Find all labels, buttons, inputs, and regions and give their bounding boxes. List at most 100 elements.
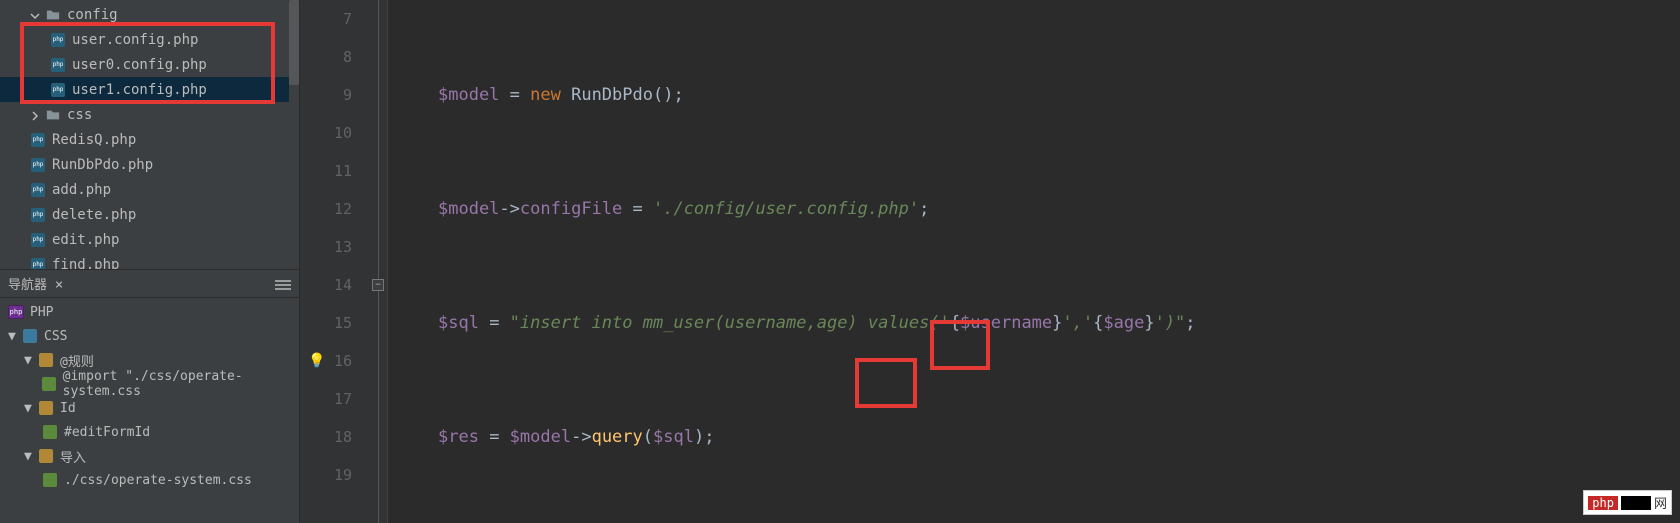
file-find[interactable]: php find.php [0, 252, 299, 270]
menu-icon[interactable] [275, 279, 291, 289]
file-user1-config[interactable]: php user1.config.php [0, 77, 299, 102]
nav-label: CSS [44, 329, 67, 344]
file-edit[interactable]: php edit.php [0, 227, 299, 252]
file-label: user.config.php [72, 32, 198, 48]
nav-import-path[interactable]: ./css/operate-system.css [0, 468, 299, 492]
chevron-down-icon: ▼ [24, 401, 36, 416]
line-number: 17 [300, 380, 352, 418]
chevron-down-icon: ▼ [24, 353, 36, 368]
selector-icon [42, 424, 58, 440]
watermark: php 网 [1583, 490, 1672, 515]
file-label: delete.php [52, 207, 136, 223]
folder-label: config [67, 7, 118, 23]
navigator-tree[interactable]: php PHP ▼ CSS ▼ @规则 @import "./css/opera… [0, 298, 299, 523]
nav-import[interactable]: ▼ 导入 [0, 444, 299, 468]
nav-label: @规则 [60, 351, 94, 370]
file-label: user0.config.php [72, 57, 207, 73]
nav-id[interactable]: ▼ Id [0, 396, 299, 420]
navigator-title: 导航器 [8, 278, 47, 293]
code-line: $model = new RunDbPdo(); [438, 76, 1680, 114]
php-file-icon: php [30, 232, 46, 248]
php-file-icon: php [50, 57, 66, 73]
scrollbar[interactable] [289, 0, 299, 269]
folder-css[interactable]: css [0, 102, 299, 127]
line-number: 8 [300, 38, 352, 76]
gutter: 7 8 9 10 11 12 13 14 15 💡16 17 18 19 [300, 0, 370, 523]
file-delete[interactable]: php delete.php [0, 202, 299, 227]
file-add[interactable]: php add.php [0, 177, 299, 202]
line-number: 14 [300, 266, 352, 304]
php-file-icon: php [30, 207, 46, 223]
folder-icon [45, 7, 61, 23]
nav-css[interactable]: ▼ CSS [0, 324, 299, 348]
folder-config[interactable]: config [0, 2, 299, 27]
id-icon [38, 400, 54, 416]
php-file-icon: php [50, 32, 66, 48]
line-number: 18 [300, 418, 352, 456]
nav-label: 导入 [60, 447, 86, 466]
file-label: add.php [52, 182, 111, 198]
file-user0-config[interactable]: php user0.config.php [0, 52, 299, 77]
lightbulb-icon[interactable]: 💡 [308, 342, 325, 380]
nav-label: ./css/operate-system.css [64, 473, 252, 488]
watermark-suffix: 网 [1654, 493, 1667, 512]
annotation-box [855, 358, 917, 408]
line-number: 11 [300, 152, 352, 190]
line-number: 15 [300, 304, 352, 342]
chevron-down-icon: ▼ [8, 329, 20, 344]
php-file-icon: php [30, 157, 46, 173]
file-rundbpdo[interactable]: php RunDbPdo.php [0, 152, 299, 177]
line-number: 9 [300, 76, 352, 114]
code-editor[interactable]: 7 8 9 10 11 12 13 14 15 💡16 17 18 19 − $… [300, 0, 1680, 523]
css-file-icon [42, 472, 58, 488]
nav-editformid[interactable]: #editFormId [0, 420, 299, 444]
code-line: $model->configFile = './config/user.conf… [438, 190, 1680, 228]
file-label: user1.config.php [72, 82, 207, 98]
php-file-icon: php [50, 82, 66, 98]
php-file-icon: php [30, 257, 46, 271]
chevron-down-icon [30, 9, 42, 21]
folder-label: css [67, 107, 92, 123]
code-area[interactable]: $model = new RunDbPdo(); $model->configF… [388, 0, 1680, 523]
close-icon[interactable]: × [55, 277, 63, 293]
watermark-bar [1621, 496, 1651, 510]
nav-label: #editFormId [64, 425, 150, 440]
nav-import-rule[interactable]: @import "./css/operate-system.css [0, 372, 299, 396]
file-label: RunDbPdo.php [52, 157, 153, 173]
sidebar: config php user.config.php php user0.con… [0, 0, 300, 523]
scrollbar-thumb[interactable] [289, 0, 299, 85]
php-icon: php [8, 304, 24, 320]
line-number: 10 [300, 114, 352, 152]
folder-icon [45, 107, 61, 123]
line-number: 7 [300, 0, 352, 38]
fold-marker[interactable]: − [372, 279, 384, 291]
code-line: $sql = "insert into mm_user(username,age… [438, 304, 1680, 342]
file-label: edit.php [52, 232, 119, 248]
file-redisq[interactable]: php RedisQ.php [0, 127, 299, 152]
import-folder-icon [38, 448, 54, 464]
line-number: 12 [300, 190, 352, 228]
fold-column: − [370, 0, 388, 523]
nav-php[interactable]: php PHP [0, 300, 299, 324]
file-tree[interactable]: config php user.config.php php user0.con… [0, 0, 299, 270]
watermark-badge: php [1588, 496, 1618, 510]
line-number: 19 [300, 456, 352, 494]
chevron-down-icon: ▼ [24, 449, 36, 464]
rules-icon [38, 352, 54, 368]
file-label: find.php [52, 257, 119, 271]
nav-label: @import "./css/operate-system.css [63, 369, 299, 399]
code-line: $res = $model->query($sql); [438, 418, 1680, 456]
nav-label: Id [60, 401, 76, 416]
navigator-panel: 导航器 × php PHP ▼ CSS ▼ @规则 @import " [0, 270, 299, 523]
chevron-right-icon [30, 109, 42, 121]
css-icon [22, 328, 38, 344]
file-user-config[interactable]: php user.config.php [0, 27, 299, 52]
line-number: 💡16 [300, 342, 352, 380]
line-number: 13 [300, 228, 352, 266]
import-icon [42, 376, 57, 392]
php-file-icon: php [30, 132, 46, 148]
navigator-header: 导航器 × [0, 270, 299, 298]
file-label: RedisQ.php [52, 132, 136, 148]
nav-label: PHP [30, 305, 53, 320]
php-file-icon: php [30, 182, 46, 198]
